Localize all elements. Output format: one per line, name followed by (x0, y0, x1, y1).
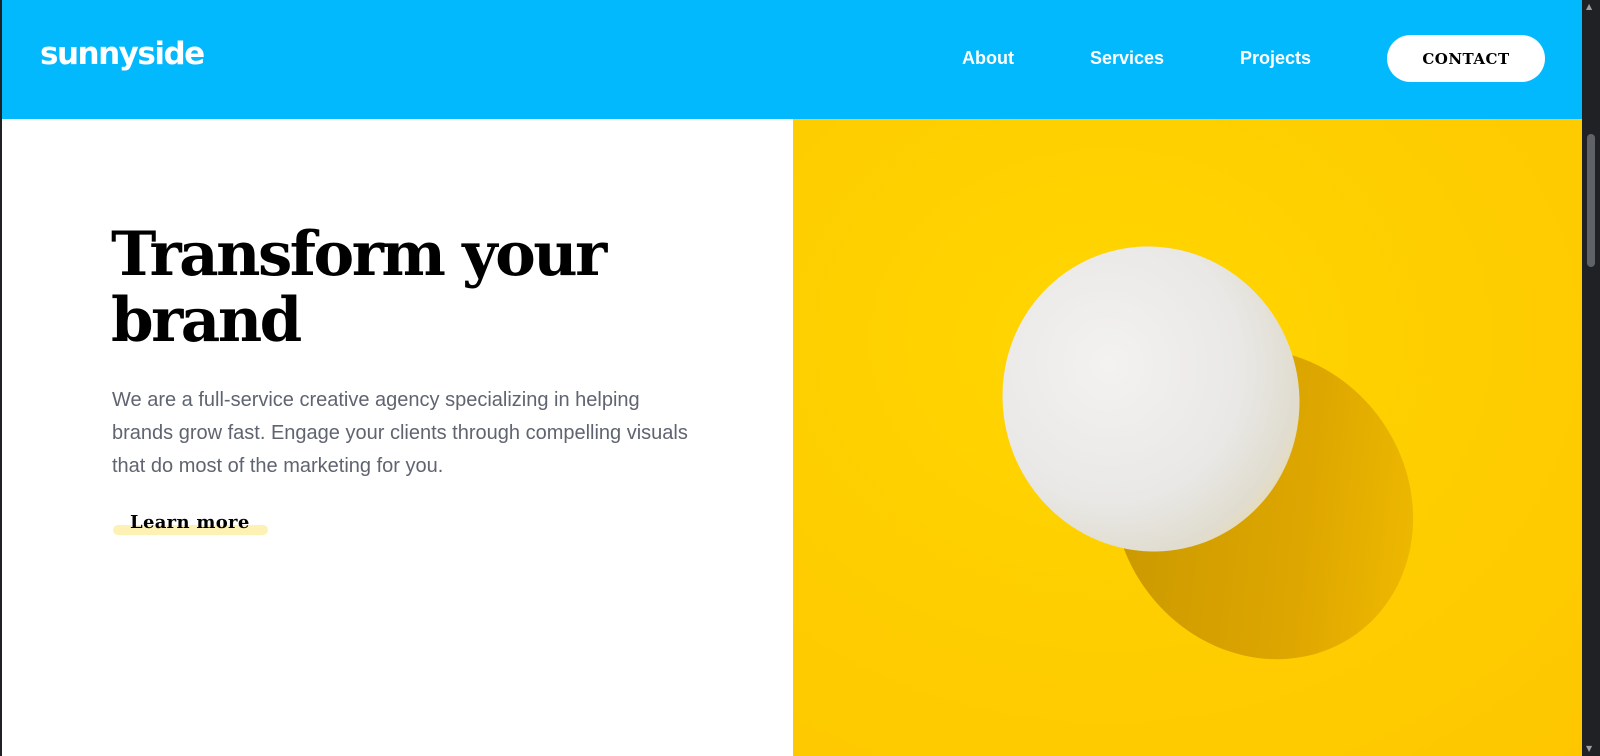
learn-more-label: Learn more (130, 512, 250, 533)
site-logo[interactable]: sunnyside (40, 36, 205, 72)
nav-link-about[interactable]: About (962, 48, 1014, 69)
scroll-up-icon[interactable]: ▲ (1586, 2, 1592, 11)
scroll-down-icon[interactable]: ▼ (1586, 744, 1592, 753)
scrollbar-thumb[interactable] (1587, 134, 1595, 267)
hero-description: We are a full-service creative agency sp… (112, 389, 688, 477)
nav-link-projects[interactable]: Projects (1240, 48, 1311, 69)
browser-scrollbar[interactable]: ▲ ▼ (1582, 0, 1600, 756)
nav-link-services[interactable]: Services (1090, 48, 1164, 69)
page-viewport: sunnyside About Services Projects CONTAC… (2, 0, 1582, 756)
egg-illustration (793, 119, 1582, 756)
learn-more-link[interactable]: Learn more (113, 510, 268, 538)
contact-button[interactable]: CONTACT (1387, 35, 1545, 82)
hero-egg-image (793, 119, 1582, 756)
hero-title: Transform your brand (111, 219, 607, 356)
site-header: sunnyside About Services Projects CONTAC… (2, 0, 1582, 119)
